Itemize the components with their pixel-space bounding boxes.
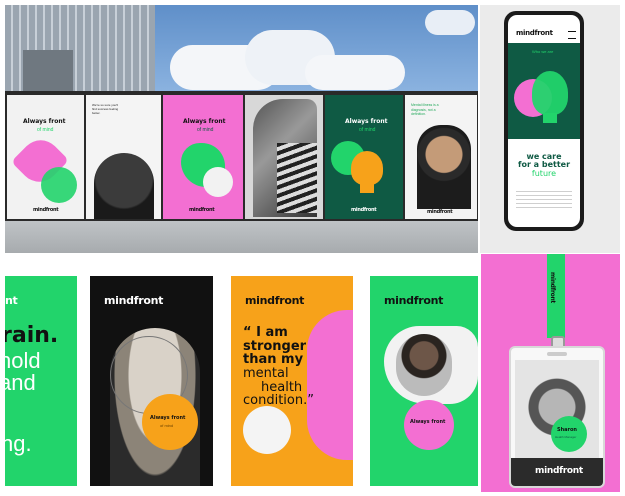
- cloud: [305, 55, 405, 90]
- circle-shape: [41, 167, 77, 203]
- badge-panel: mindfront Sharon Health Manager mindfron…: [481, 254, 620, 492]
- id-badge: Sharon Health Manager mindfront: [509, 346, 605, 488]
- poster-girl: mindfront Always front of mind: [90, 276, 213, 486]
- poster-brand: mindfront: [33, 207, 59, 213]
- lightbulb-base: [543, 113, 557, 123]
- poster-copy: We're so sure you'll find success feelin…: [92, 103, 119, 115]
- phone-screen: mindfront Who we are we care for a bette…: [508, 15, 580, 227]
- poster-brand: mindfront: [427, 209, 453, 215]
- poster-line: ng.: [5, 431, 32, 456]
- badge-name-circle: Sharon Health Manager: [551, 416, 587, 452]
- phone-panel: mindfront Who we are we care for a bette…: [480, 5, 620, 253]
- badge-name: Sharon: [557, 427, 577, 433]
- quote-text: “ I am stronger than my mental health co…: [243, 326, 314, 408]
- poster-sub: of mind: [197, 127, 214, 133]
- pavement: [5, 221, 478, 253]
- poster-line: and: [5, 370, 36, 395]
- bubble-text: Always front: [150, 415, 186, 421]
- poster-sub: of mind: [37, 127, 54, 133]
- white-circle: [243, 406, 291, 454]
- poster-green-fragment: nt rain. hold and ng.: [5, 276, 77, 486]
- badge-role: Health Manager: [555, 435, 577, 439]
- hero-tagline: Who we are: [532, 49, 554, 54]
- person-photo: [396, 334, 452, 396]
- poster-quote: mindfront “ I am stronger than my mental…: [231, 276, 353, 486]
- bubble-text: Always front: [410, 419, 446, 425]
- headline-line: future: [531, 168, 557, 178]
- bubble-circle: Always front: [404, 400, 454, 450]
- billboard-poster: Always front of mind mindfront: [163, 95, 243, 219]
- poster-brand: mindfront: [351, 207, 377, 213]
- poster-brand: mindfront: [245, 294, 305, 307]
- poster-brand: mindfront: [189, 207, 215, 213]
- bubble-circle: Always front of mind: [142, 394, 198, 450]
- circle-shape: [203, 167, 233, 197]
- badge-brand: mindfront: [535, 466, 583, 476]
- billboard-poster: Always front of mind mindfront: [7, 95, 84, 219]
- cloud: [425, 10, 475, 35]
- quote-word: condition.: [243, 393, 308, 409]
- quote-line: health: [261, 379, 303, 395]
- lightbulb-base: [360, 183, 374, 193]
- lanyard: mindfront: [547, 254, 565, 338]
- person-photo: [417, 125, 471, 209]
- poster-brand-fragment: nt: [5, 294, 18, 307]
- quote-line: mental: [243, 365, 289, 381]
- quote-line: condition.”: [243, 394, 314, 408]
- menu-icon[interactable]: [568, 31, 576, 39]
- billboard-scene: Always front of mind mindfront We're so …: [5, 5, 478, 253]
- phone-headline: we care for a better future: [508, 152, 580, 178]
- billboard-poster: Always front of mind mindfront: [325, 95, 403, 219]
- phone-hero: Who we are: [508, 43, 580, 139]
- bubble-sub: of mind: [160, 423, 174, 428]
- poster-line: rain.: [5, 323, 59, 348]
- striped-shirt: [277, 143, 317, 213]
- lightbulb-icon: [532, 71, 568, 115]
- billboard-poster: We're so sure you'll find success feelin…: [86, 95, 161, 219]
- quote-word: I am: [256, 325, 288, 340]
- billboard-poster: [245, 95, 323, 219]
- lightbulb-icon: [351, 151, 383, 185]
- poster-headline: Always front: [23, 118, 66, 125]
- quote-line: “ I am: [243, 326, 314, 340]
- poster-child: mindfront Always front: [370, 276, 478, 486]
- billboard-poster: Mental illness is a diagnosis, not a def…: [405, 95, 477, 219]
- phone-body-copy: [516, 191, 572, 211]
- quote-line: than my: [243, 352, 304, 368]
- poster-sub: of mind: [359, 127, 376, 133]
- phone-brand: mindfront: [516, 29, 553, 37]
- quote-line: stronger: [243, 338, 307, 354]
- lanyard-brand: mindfront: [549, 271, 557, 304]
- poster-headline: Always front: [345, 118, 388, 125]
- person-photo: [94, 153, 154, 219]
- badge-hole: [547, 352, 567, 356]
- poster-brand: mindfront: [384, 294, 444, 307]
- poster-copy: Mental illness is a diagnosis, not a def…: [411, 103, 439, 116]
- poster-brand: mindfront: [104, 294, 164, 307]
- quote-mark: ”: [307, 393, 314, 409]
- quote-mark: “: [243, 325, 252, 340]
- poster-headline: Always front: [183, 118, 226, 125]
